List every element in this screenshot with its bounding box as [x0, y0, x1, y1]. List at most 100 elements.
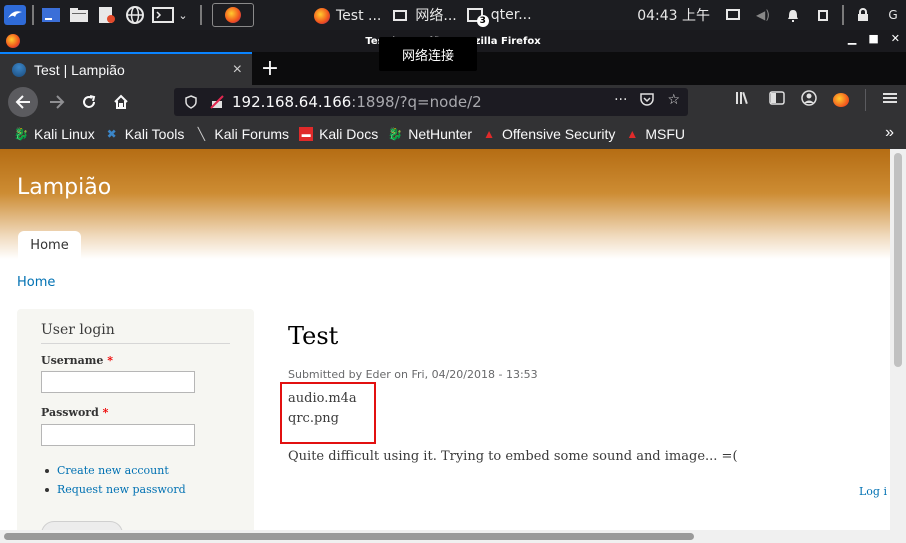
- bookmark-label: Offensive Security: [502, 126, 616, 142]
- file-manager-icon[interactable]: [68, 4, 90, 26]
- password-label: Password *: [41, 406, 108, 419]
- offsec-icon: ▲: [483, 127, 495, 141]
- task-firefox[interactable]: Test ...: [310, 0, 385, 30]
- tracking-protection-icon[interactable]: [184, 95, 198, 109]
- kali-menu-icon[interactable]: [4, 4, 26, 26]
- more-bookmarks-icon[interactable]: »: [885, 124, 894, 142]
- horizontal-scroll-thumb[interactable]: [4, 533, 694, 540]
- kali-tools-icon: ✖: [106, 127, 117, 141]
- username-field[interactable]: [41, 371, 195, 393]
- password-field[interactable]: [41, 424, 195, 446]
- page-actions-icon[interactable]: ···: [614, 92, 627, 111]
- red-highlight-box: [280, 382, 376, 444]
- notification-bell-icon[interactable]: [786, 8, 800, 22]
- clock[interactable]: 04:43 上午: [637, 5, 710, 25]
- hamburger-menu-icon[interactable]: [882, 91, 898, 109]
- login-link[interactable]: Log i: [859, 485, 887, 498]
- library-icon[interactable]: [735, 91, 753, 109]
- launcher-dropdown-icon[interactable]: ⌄: [176, 4, 190, 26]
- taskbar-divider: [32, 5, 34, 25]
- request-password-link[interactable]: Request new password: [41, 480, 186, 499]
- bookmark-msfu[interactable]: ▲ MSFU: [625, 126, 685, 142]
- reload-button[interactable]: [74, 87, 104, 117]
- bullet: [45, 487, 49, 492]
- bookmark-kali-tools[interactable]: ✖ Kali Tools: [105, 126, 185, 142]
- pocket-icon[interactable]: [639, 92, 655, 111]
- node-title: Test: [288, 322, 339, 350]
- page-content: Lampião Home Home User login Username * …: [0, 149, 890, 530]
- text-editor-icon[interactable]: [96, 4, 118, 26]
- task-network[interactable]: 网络...: [389, 0, 460, 30]
- bookmark-label: Kali Docs: [319, 126, 379, 142]
- login-links: Create new account Request new password: [41, 461, 186, 499]
- tab-label: Test | Lampião: [34, 61, 125, 78]
- close-tab-icon[interactable]: ×: [233, 61, 242, 79]
- web-browser-icon[interactable]: [124, 4, 146, 26]
- node-body: Quite difficult using it. Trying to embe…: [288, 449, 738, 464]
- show-desktop-icon[interactable]: [40, 4, 62, 26]
- bookmark-label: NetHunter: [408, 126, 473, 142]
- msfu-icon: ▲: [626, 127, 639, 141]
- kali-dragon-icon: 🐉: [13, 127, 29, 141]
- battery-icon[interactable]: [816, 8, 830, 22]
- link-text: Request new password: [57, 483, 186, 496]
- primary-tab-home[interactable]: Home: [18, 231, 81, 259]
- new-tab-button[interactable]: +: [252, 52, 288, 85]
- required-marker: *: [107, 354, 113, 367]
- bookmark-kali-docs[interactable]: ▬ Kali Docs: [299, 126, 378, 142]
- task-label: 网络...: [415, 8, 457, 24]
- username-label-text: Username: [41, 354, 104, 367]
- bookmark-nethunter[interactable]: 🐉 NetHunter: [388, 126, 472, 142]
- terminal-icon[interactable]: [152, 4, 174, 26]
- terminal-count-badge: 3: [476, 15, 489, 27]
- lock-screen-icon[interactable]: [856, 8, 870, 22]
- logout-icon[interactable]: G: [886, 8, 900, 22]
- bullet: [45, 468, 49, 473]
- block-title: User login: [41, 322, 115, 338]
- nethunter-icon: 🐉: [387, 127, 403, 141]
- bookmark-star-icon[interactable]: ☆: [667, 92, 680, 111]
- minimize-icon[interactable]: ▁: [848, 32, 856, 45]
- tab-test-lampiao[interactable]: Test | Lampião ×: [0, 52, 252, 85]
- system-tray: 04:43 上午 ◀) G: [623, 0, 906, 30]
- breadcrumb[interactable]: Home: [17, 275, 55, 290]
- account-icon[interactable]: [801, 90, 817, 110]
- firefox-icon: [314, 8, 330, 24]
- login-button[interactable]: [41, 521, 123, 530]
- user-login-block: User login Username * Password * Create …: [17, 309, 254, 530]
- bookmark-offensive-security[interactable]: ▲ Offensive Security: [482, 126, 615, 142]
- display-icon[interactable]: [726, 8, 740, 22]
- link-text: Create new account: [57, 464, 169, 477]
- create-account-link[interactable]: Create new account: [41, 461, 186, 480]
- taskbar-divider: [200, 5, 202, 25]
- site-name[interactable]: Lampião: [17, 175, 111, 200]
- screen: ⌄ Test ... 网络... 3 qter... 04:43 上午 ◀) G: [0, 0, 906, 543]
- horizontal-scrollbar[interactable]: [0, 530, 890, 543]
- bookmark-label: Kali Forums: [214, 126, 290, 142]
- url-bar[interactable]: 192.168.64.166 :1898/?q=node/2 ··· ☆: [174, 88, 688, 116]
- task-label: Test ...: [336, 8, 382, 24]
- maximize-icon[interactable]: ■: [868, 32, 878, 45]
- drupal-favicon-icon: [12, 62, 26, 77]
- insecure-connection-icon[interactable]: [210, 95, 224, 109]
- home-button[interactable]: [106, 87, 136, 117]
- task-terminal[interactable]: 3 qter...: [463, 0, 536, 30]
- close-window-icon[interactable]: ✕: [891, 32, 900, 45]
- back-button[interactable]: [8, 87, 38, 117]
- volume-icon[interactable]: ◀): [756, 8, 770, 22]
- site-header: Lampião Home: [0, 149, 890, 259]
- sidebar-icon[interactable]: [769, 91, 785, 109]
- bookmark-kali-forums[interactable]: ╲ Kali Forums: [194, 126, 289, 142]
- extension-icon[interactable]: [833, 93, 849, 107]
- vertical-scrollbar[interactable]: [890, 149, 906, 543]
- tooltip: 网络连接: [379, 37, 477, 71]
- bookmark-kali-linux[interactable]: 🐉 Kali Linux: [14, 126, 95, 142]
- toolbar-right-icons: [735, 89, 898, 111]
- kali-forums-icon: ╲: [197, 127, 205, 141]
- submitted-info: Submitted by Eder on Fri, 04/20/2018 - 1…: [288, 368, 538, 381]
- bookmark-label: Kali Tools: [124, 126, 185, 142]
- vertical-scroll-thumb[interactable]: [894, 153, 902, 367]
- tray-divider: [842, 5, 844, 25]
- forward-button[interactable]: [42, 87, 72, 117]
- firefox-workspace-icon[interactable]: [212, 3, 254, 27]
